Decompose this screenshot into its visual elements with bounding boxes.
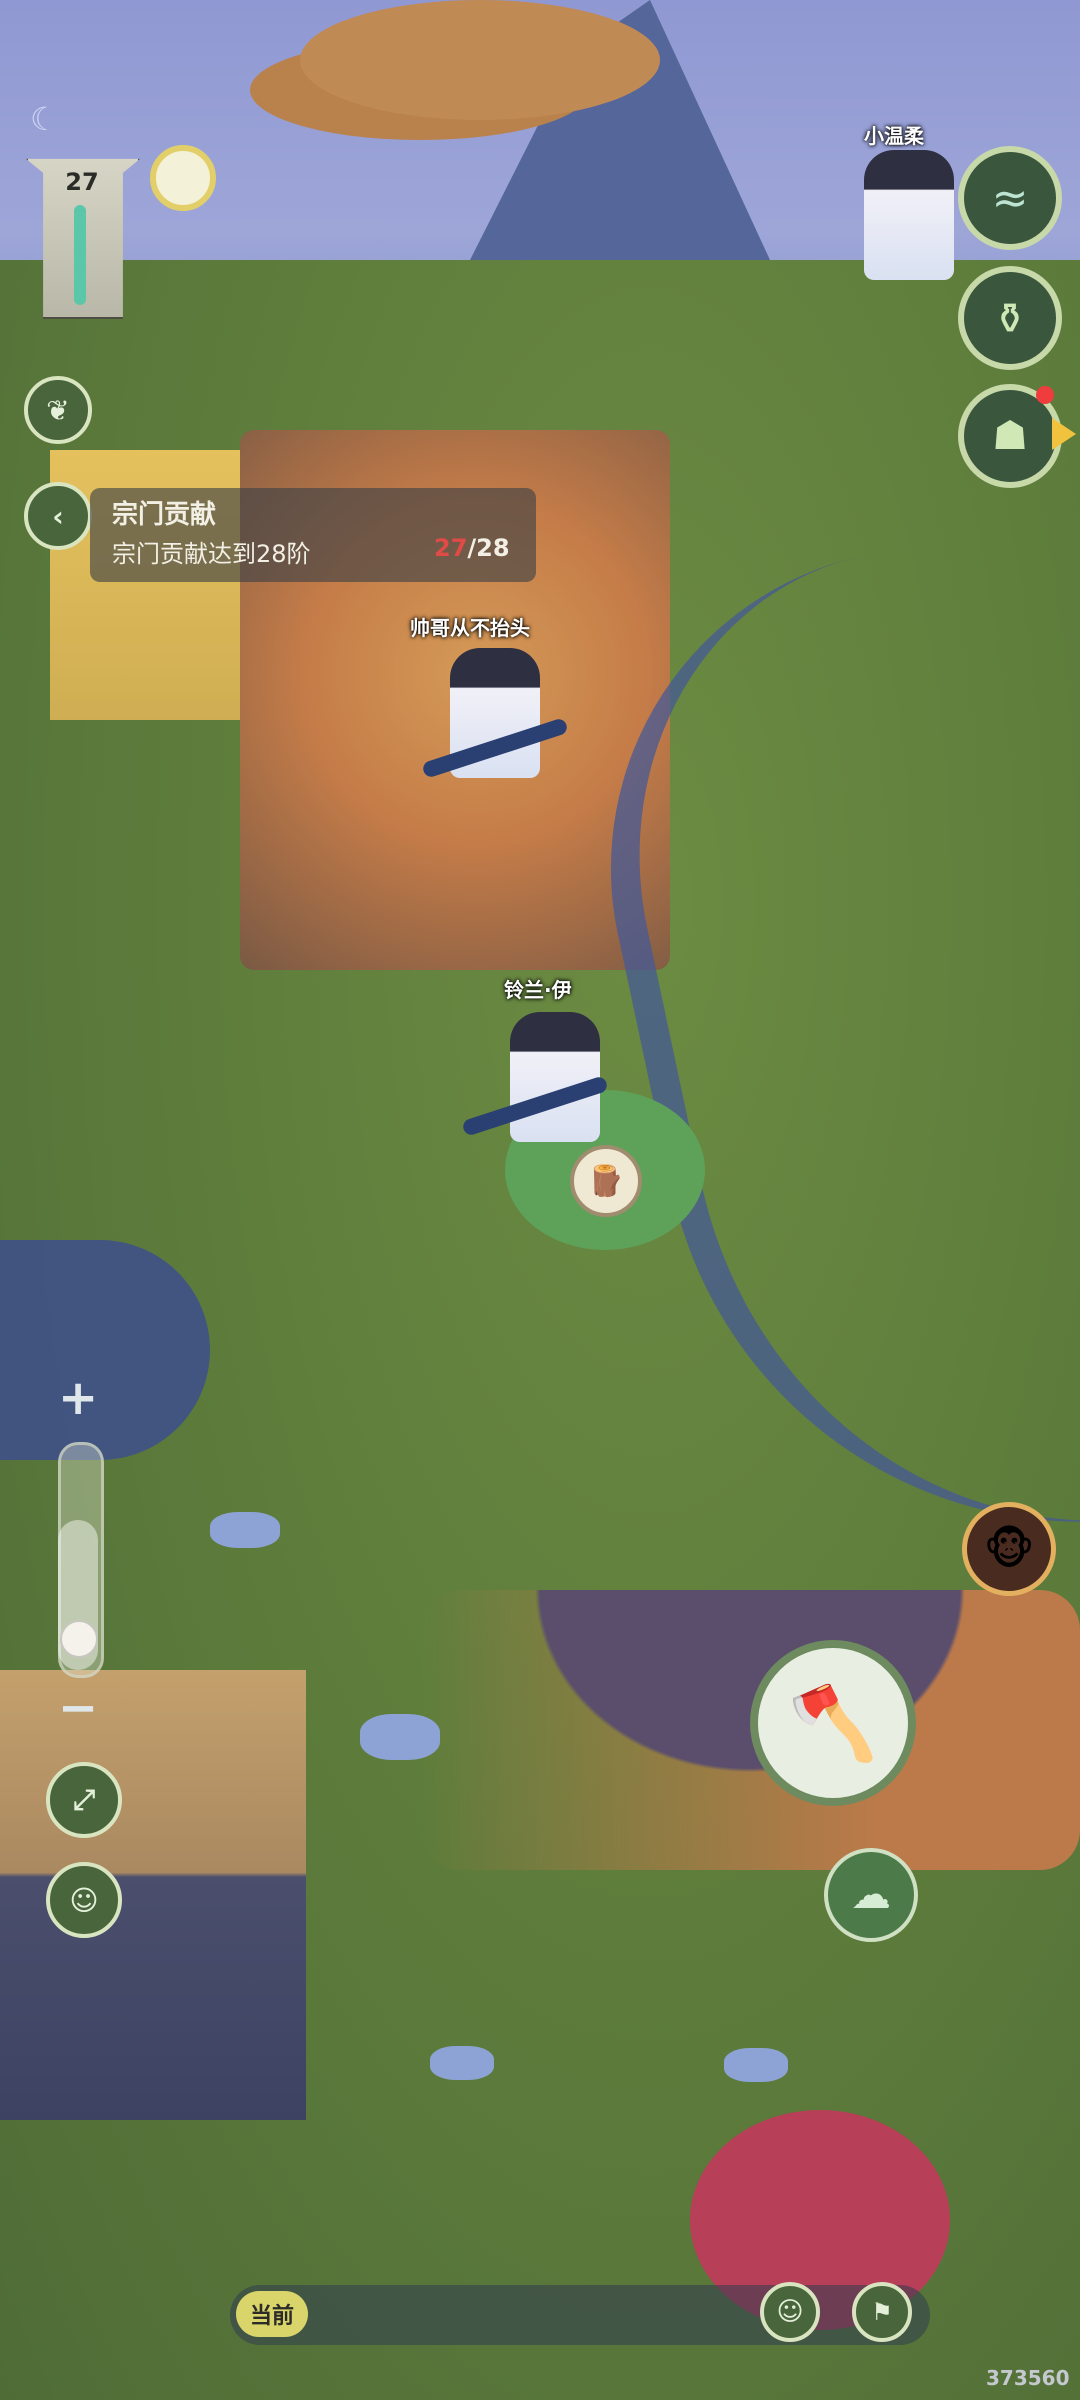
jar-icon[interactable]: ⚱ bbox=[958, 266, 1062, 370]
player-name-main: 铃兰·伊 bbox=[504, 978, 572, 1002]
quest-progress-target: /28 bbox=[467, 534, 510, 562]
quest-progress: 27/28 bbox=[434, 534, 510, 562]
rock bbox=[210, 1512, 280, 1548]
quest-description: 宗门贡献达到28阶 bbox=[112, 540, 311, 568]
axe-icon[interactable]: 🪓 bbox=[750, 1640, 916, 1806]
zoom-slider-knob[interactable] bbox=[60, 1620, 98, 1658]
character-top-right[interactable] bbox=[864, 150, 954, 280]
chat-bar[interactable] bbox=[230, 2285, 930, 2345]
autumn-tree-top bbox=[300, 0, 660, 120]
expand-icon[interactable]: ⤢ bbox=[46, 1762, 122, 1838]
cloud-icon[interactable]: ☁ bbox=[824, 1848, 918, 1942]
flag-icon[interactable]: ⚑ bbox=[852, 2282, 912, 2342]
quest-progress-current: 27 bbox=[434, 534, 468, 562]
rock bbox=[724, 2048, 788, 2082]
wave-glyph: ≈ bbox=[991, 172, 1029, 224]
arrow-right-icon[interactable] bbox=[1052, 418, 1076, 450]
zoom-in-button[interactable]: + bbox=[58, 1370, 98, 1426]
emoji-icon[interactable]: ☺ bbox=[760, 2282, 820, 2342]
wood-icon[interactable]: 🪵 bbox=[570, 1145, 642, 1217]
quest-title: 宗门贡献 bbox=[112, 500, 217, 530]
notification-dot bbox=[1036, 386, 1054, 404]
back-button[interactable]: ‹ bbox=[24, 482, 92, 550]
character-icon[interactable]: ☺ bbox=[46, 1862, 122, 1938]
leaf-icon[interactable]: ❦ bbox=[24, 376, 92, 444]
monster-glyph: ☗ bbox=[992, 413, 1028, 459]
level-progress-bar bbox=[74, 205, 86, 305]
zoom-out-button[interactable]: − bbox=[58, 1680, 98, 1736]
player-name-tree: 帅哥从不抬头 bbox=[410, 616, 530, 640]
rock bbox=[360, 1714, 440, 1760]
main-character[interactable] bbox=[510, 1012, 600, 1142]
npc-name-top-right: 小温柔 bbox=[864, 124, 924, 148]
ring-icon[interactable] bbox=[150, 145, 216, 211]
watermark: 373560 bbox=[986, 2366, 1070, 2390]
jar-glyph: ⚱ bbox=[992, 293, 1028, 343]
monkey-icon[interactable]: 🐵 bbox=[962, 1502, 1056, 1596]
wave-icon[interactable]: ≈ bbox=[958, 146, 1062, 250]
moon-icon: ☾ bbox=[30, 100, 59, 138]
rock bbox=[430, 2046, 494, 2080]
level-number: 27 bbox=[65, 168, 99, 196]
chat-channel-tag[interactable]: 当前 bbox=[236, 2291, 308, 2337]
river bbox=[0, 1240, 210, 1460]
